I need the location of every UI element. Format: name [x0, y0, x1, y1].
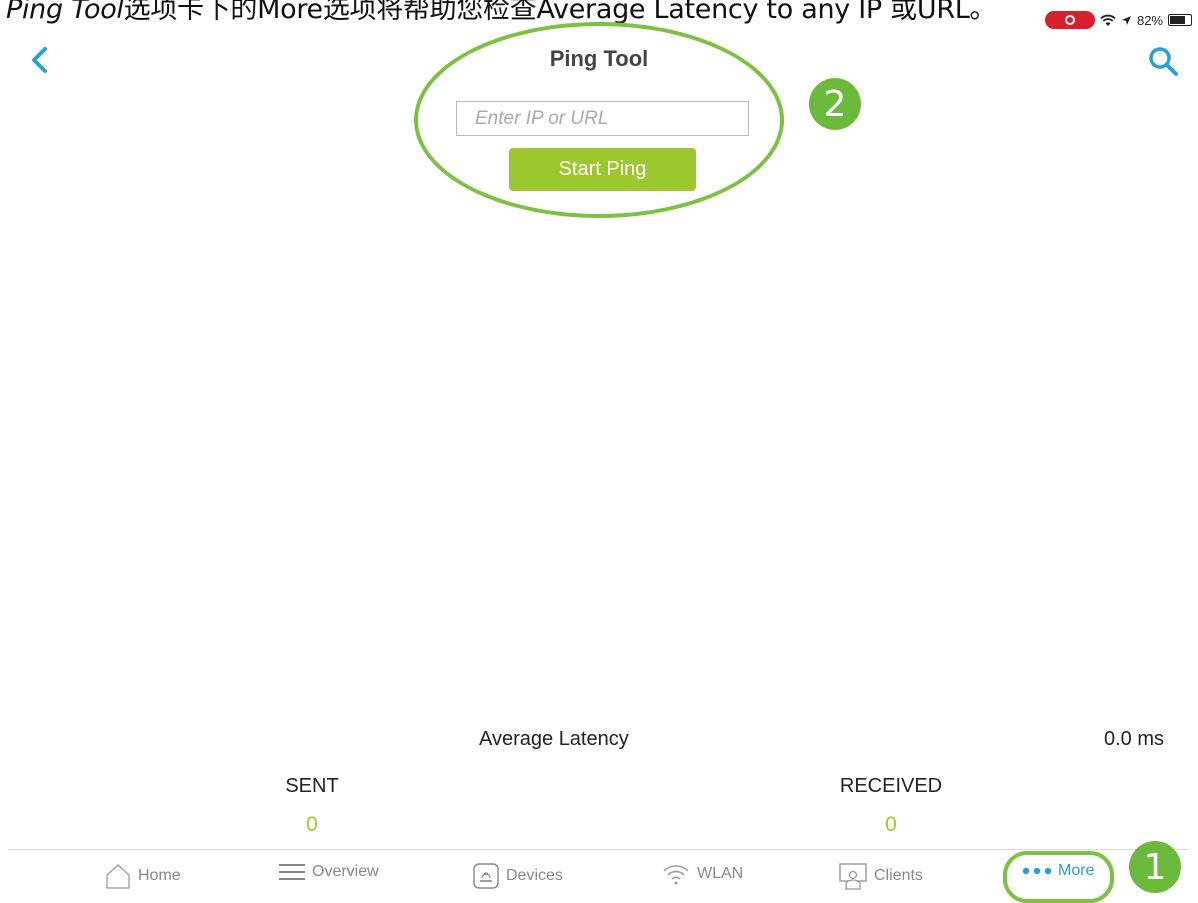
battery-percent: 82% — [1136, 12, 1163, 28]
tab-clients[interactable]: Clients — [838, 862, 923, 890]
highlight-ring-more-tab — [1003, 851, 1114, 903]
average-latency-label: Average Latency — [479, 728, 629, 750]
tab-devices-label: Devices — [506, 867, 563, 884]
step-badge-1: 1 — [1129, 841, 1181, 893]
caption-rest: 选项卡下的More选项将帮助您检查Average Latency to any … — [123, 0, 997, 25]
average-latency-value: 0.0 ms — [1103, 728, 1164, 750]
tab-overview[interactable]: Overview — [278, 862, 379, 882]
caption-italic: Ping Tool — [6, 0, 124, 25]
tab-wlan[interactable]: WLAN — [661, 862, 743, 886]
caption-text: Ping Tool选项卡下的More选项将帮助您检查Average Latenc… — [6, 0, 997, 26]
tab-overview-label: Overview — [312, 863, 379, 880]
highlight-ring-ping-form — [414, 22, 784, 218]
received-label: RECEIVED — [839, 775, 943, 797]
status-bar: 82% — [1044, 10, 1192, 30]
clients-icon — [839, 863, 867, 890]
screen-record-indicator — [1044, 11, 1095, 29]
tab-home[interactable]: Home — [104, 862, 181, 890]
wifi-icon — [663, 865, 689, 885]
menu-lines-icon — [279, 864, 305, 880]
location-arrow-icon — [1121, 15, 1131, 25]
step-badge-2: 2 — [809, 78, 861, 130]
home-icon — [106, 864, 130, 889]
search-icon[interactable] — [1147, 45, 1179, 77]
device-icon — [473, 863, 499, 889]
tab-home-label: Home — [138, 867, 181, 884]
tab-wlan-label: WLAN — [697, 865, 744, 882]
sent-value: 0 — [306, 813, 318, 836]
wifi-icon — [1100, 14, 1116, 26]
tab-devices[interactable]: Devices — [472, 862, 563, 890]
battery-icon — [1168, 14, 1192, 26]
tab-clients-label: Clients — [874, 867, 923, 884]
sent-label: SENT — [285, 775, 339, 797]
received-value: 0 — [885, 813, 897, 836]
